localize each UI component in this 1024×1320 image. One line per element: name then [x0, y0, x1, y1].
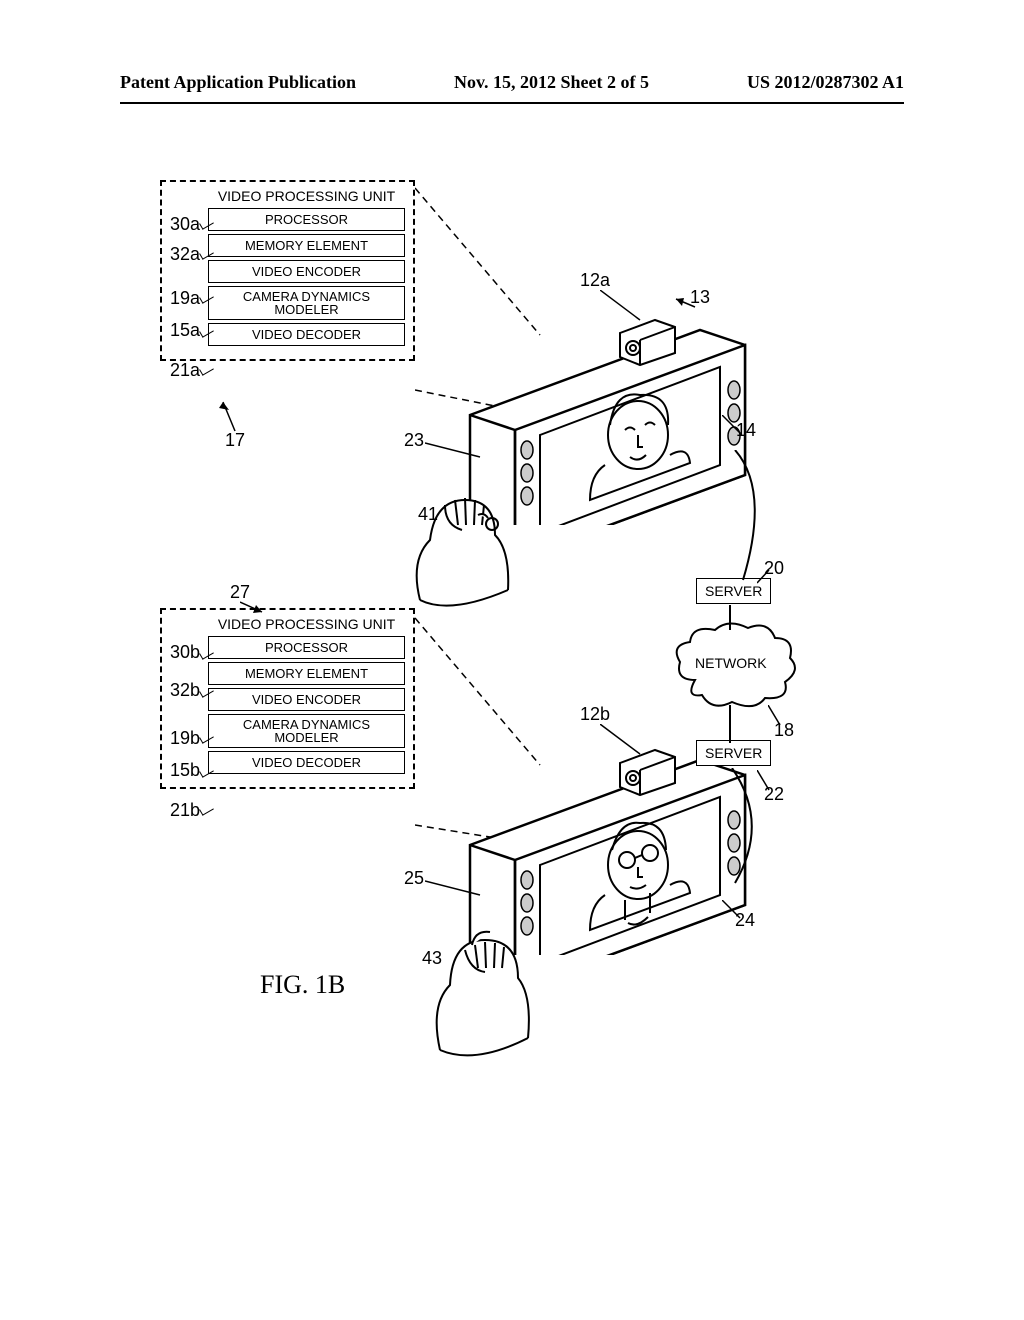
- ref-15a: 15a: [170, 320, 200, 341]
- ref-32a: 32a: [170, 244, 200, 265]
- header-center: Nov. 15, 2012 Sheet 2 of 5: [454, 72, 649, 93]
- cable-top: [725, 450, 785, 585]
- vpu-b-decoder: VIDEO DECODER: [208, 751, 405, 774]
- ref-12a: 12a: [580, 270, 610, 291]
- figure-caption: FIG. 1B: [260, 970, 345, 1000]
- vpu-b-modeler: CAMERA DYNAMICS MODELER: [208, 714, 405, 748]
- vpu-a-decoder: VIDEO DECODER: [208, 323, 405, 346]
- network-label: NETWORK: [695, 655, 767, 671]
- page-header: Patent Application Publication Nov. 15, …: [0, 72, 1024, 93]
- ref-43: 43: [422, 948, 442, 969]
- ref-21b: 21b: [170, 800, 200, 821]
- leader-14: [722, 415, 747, 440]
- ref-41: 41: [418, 504, 438, 525]
- vpu-a-processor: PROCESSOR: [208, 208, 405, 231]
- leader-12b: [600, 724, 650, 764]
- leader-12a: [600, 290, 650, 330]
- leader-24: [722, 900, 747, 925]
- vpu-a-title: VIDEO PROCESSING UNIT: [208, 188, 405, 204]
- link-cloud-server-bottom: [720, 705, 740, 745]
- ref-15b: 15b: [170, 760, 200, 781]
- ref-21a: 21a: [170, 360, 200, 381]
- link-server-cloud-top: [720, 605, 740, 630]
- vpu-b-processor: PROCESSOR: [208, 636, 405, 659]
- arrow-17: [215, 396, 245, 436]
- arrow-27: [240, 600, 270, 620]
- vpu-a-modeler: CAMERA DYNAMICS MODELER: [208, 286, 405, 320]
- person-43: [410, 910, 540, 1070]
- arrow-13: [670, 295, 700, 310]
- ref-19a: 19a: [170, 288, 200, 309]
- header-right: US 2012/0287302 A1: [747, 72, 904, 93]
- vpu-a-memory: MEMORY ELEMENT: [208, 234, 405, 257]
- vpu-a-encoder: VIDEO ENCODER: [208, 260, 405, 283]
- ref-23: 23: [404, 430, 424, 451]
- cable-bottom: [720, 768, 780, 888]
- leader-18: [768, 705, 788, 730]
- vpu-b-memory: MEMORY ELEMENT: [208, 662, 405, 685]
- vpu-b-title: VIDEO PROCESSING UNIT: [208, 616, 405, 632]
- leader-25: [425, 873, 485, 903]
- header-rule: [120, 102, 904, 104]
- leader-23: [425, 435, 485, 465]
- vpu-b-encoder: VIDEO ENCODER: [208, 688, 405, 711]
- header-left: Patent Application Publication: [120, 72, 356, 93]
- ref-30b: 30b: [170, 642, 200, 663]
- ref-32b: 32b: [170, 680, 200, 701]
- ref-12b: 12b: [580, 704, 610, 725]
- person-41: [390, 470, 520, 620]
- ref-19b: 19b: [170, 728, 200, 749]
- ref-25: 25: [404, 868, 424, 889]
- figure-1b: VIDEO PROCESSING UNIT PROCESSOR MEMORY E…: [160, 180, 900, 1200]
- ref-30a: 30a: [170, 214, 200, 235]
